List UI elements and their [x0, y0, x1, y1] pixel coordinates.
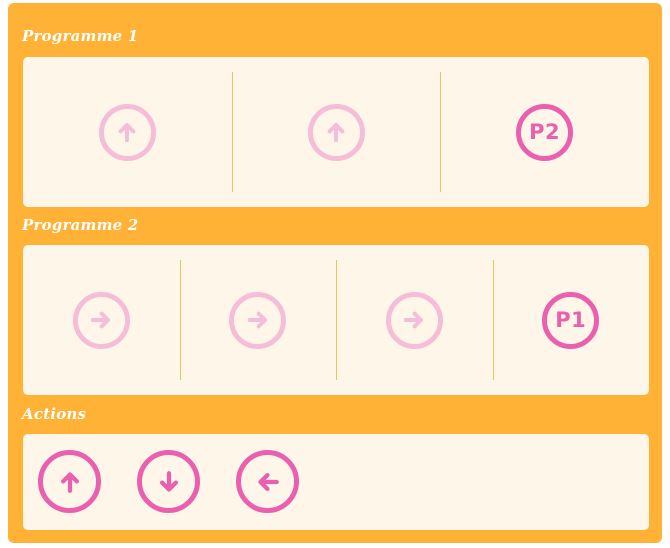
- arrow-up-icon: [98, 103, 156, 161]
- arrow-down-icon: [159, 470, 178, 492]
- programme-2-slots: P1: [23, 245, 649, 395]
- programme-2-title: Programme 2: [22, 216, 139, 234]
- actions-palette: [23, 434, 649, 530]
- arrow-right-icon: [385, 291, 443, 349]
- arrow-right-icon: [229, 291, 287, 349]
- action-left-button[interactable]: [236, 450, 299, 513]
- game-panel: Programme 1 P2 Programme 2 P1 Actions: [8, 3, 662, 543]
- actions-title: Actions: [22, 405, 87, 423]
- procedure-label: P2: [529, 119, 561, 144]
- programme-1-slots: P2: [23, 57, 649, 207]
- programme-1-slot-1[interactable]: [23, 57, 232, 207]
- arrow-up-icon: [307, 103, 365, 161]
- programme-2-slot-1[interactable]: [23, 245, 180, 395]
- arrow-up-icon: [60, 471, 79, 493]
- programme-2-slot-4[interactable]: P1: [492, 245, 650, 395]
- call-procedure-icon: P1: [542, 291, 600, 349]
- arrow-right-icon: [72, 291, 130, 349]
- programme-1-slot-2[interactable]: [231, 57, 441, 207]
- action-down-button[interactable]: [137, 450, 200, 513]
- arrow-left-icon: [257, 472, 279, 491]
- programme-1-slot-3[interactable]: P2: [440, 57, 649, 207]
- action-up-button[interactable]: [38, 450, 101, 513]
- procedure-label: P1: [555, 307, 587, 332]
- programme-2-slot-3[interactable]: [336, 245, 493, 395]
- call-procedure-icon: P2: [516, 103, 574, 161]
- programme-2-slot-2[interactable]: [179, 245, 337, 395]
- programme-1-title: Programme 1: [22, 27, 139, 45]
